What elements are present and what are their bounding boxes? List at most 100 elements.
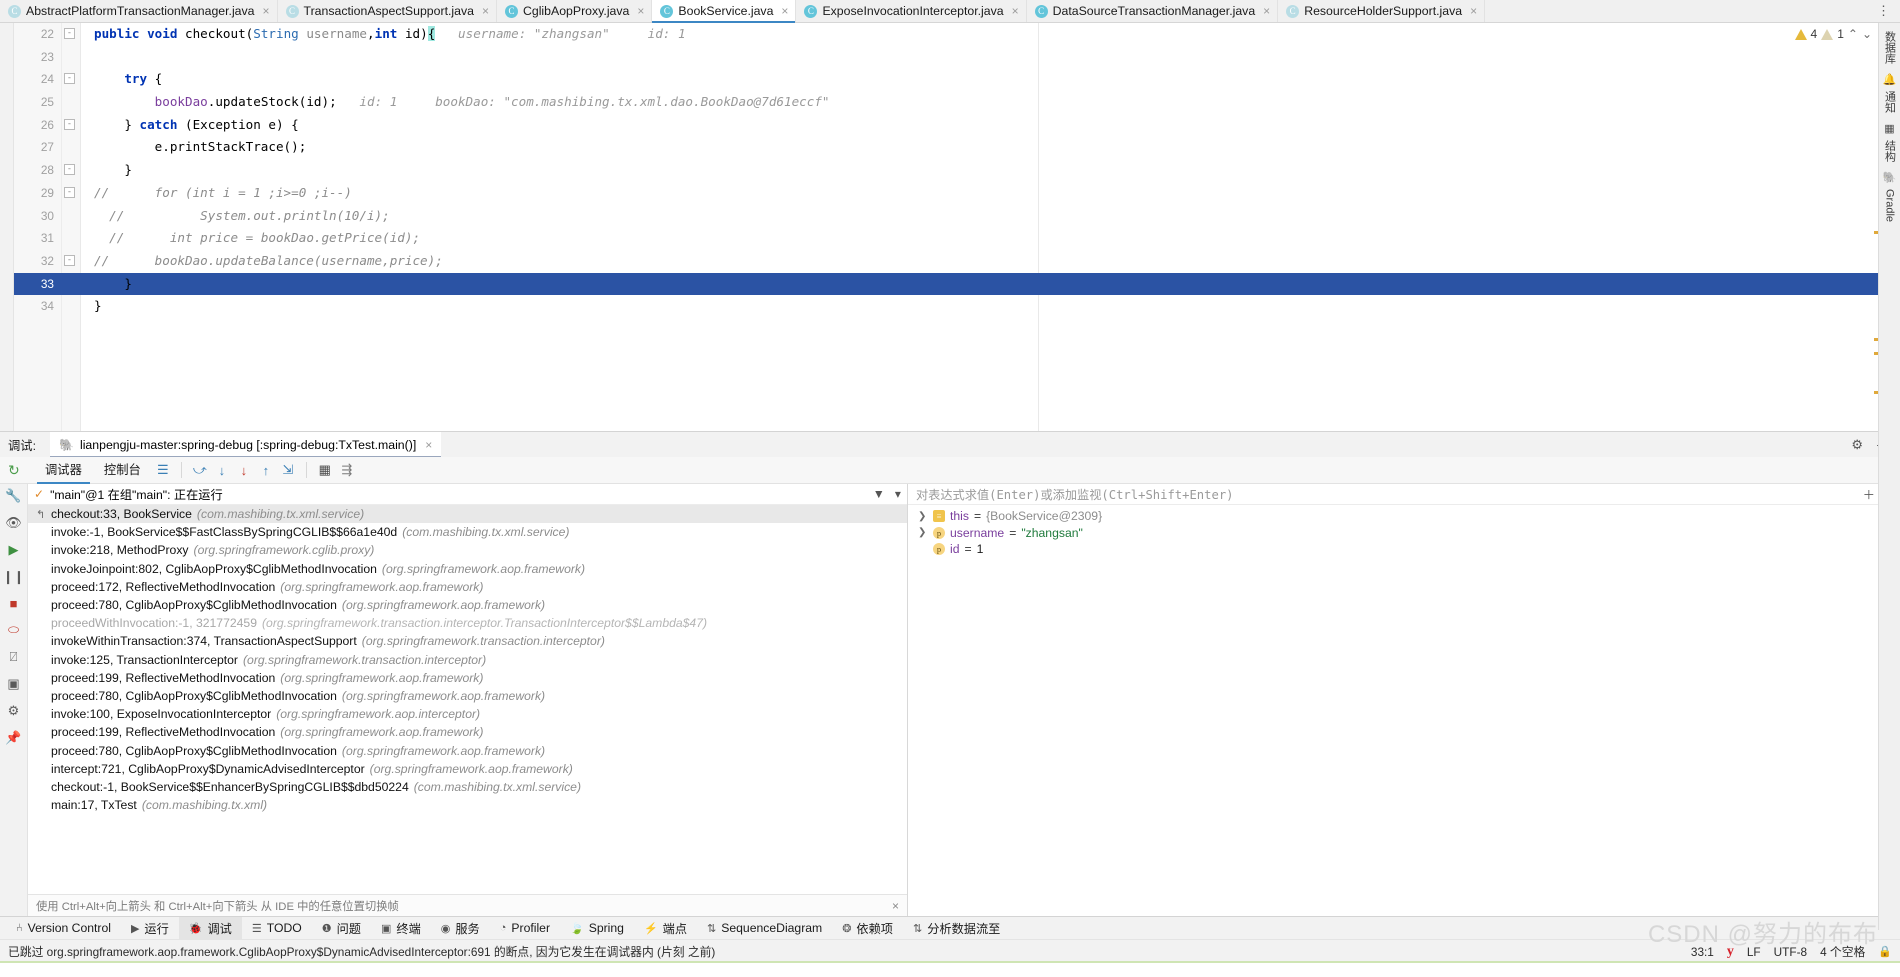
fold-toggle-icon[interactable]: - <box>64 254 75 266</box>
tool-window-button[interactable]: ▣ 终端 <box>371 917 431 940</box>
tool-strip-item-database[interactable]: 数据库 <box>1882 29 1898 66</box>
variables-tree[interactable]: ❯ ≡ this = {BookService@2309} ❯ p username = … <box>908 505 1900 558</box>
close-icon[interactable]: × <box>482 5 489 17</box>
chevron-right-icon[interactable]: ❯ <box>918 511 928 522</box>
code-line[interactable]: 34} <box>14 295 1900 318</box>
chevron-down-icon[interactable]: ▾ <box>895 487 901 501</box>
tool-window-button[interactable]: ☰ TODO <box>242 917 312 940</box>
gear-icon[interactable]: ⚙ <box>1851 437 1863 453</box>
stack-frame-row[interactable]: invoke:218, MethodProxy (org.springframew… <box>28 541 907 559</box>
file-encoding[interactable]: UTF-8 <box>1774 945 1807 959</box>
fold-toggle-icon[interactable]: - <box>64 186 75 198</box>
code-line[interactable]: 24- try { <box>14 68 1900 91</box>
tool-window-button[interactable]: ▶ 运行 <box>121 917 179 940</box>
stack-frame-row[interactable]: proceed:780, CglibAopProxy$CglibMethodIn… <box>28 596 907 614</box>
tool-window-button[interactable]: ⇅ SequenceDiagram <box>697 917 832 940</box>
camera-icon[interactable]: ▣ <box>7 676 19 692</box>
tool-window-button[interactable]: 🐞 调试 <box>178 916 242 940</box>
filter-icon[interactable]: ▼ <box>873 487 885 501</box>
variable-row[interactable]: ❯ p username = "zhangsan" <box>908 525 1900 542</box>
code-line[interactable]: 23 <box>14 46 1900 69</box>
tool-window-button[interactable]: ❶ 问题 <box>312 917 371 940</box>
add-watch-icon[interactable]: ＋ <box>1863 485 1875 503</box>
stack-frame-row[interactable]: proceed:172, ReflectiveMethodInvocation (… <box>28 578 907 596</box>
code-line[interactable]: 28- } <box>14 159 1900 182</box>
run-to-cursor-icon[interactable]: ⇲ <box>277 462 299 478</box>
tool-window-button[interactable]: ⇅ 分析数据流至 <box>903 917 1010 940</box>
stop-icon[interactable]: ■ <box>10 596 18 611</box>
mute-icon[interactable]: ⇶ <box>336 462 358 478</box>
stack-frame-row[interactable]: ↰ checkout:33, BookService (com.mashibing.… <box>28 505 907 524</box>
line-separator[interactable]: LF <box>1747 945 1761 959</box>
close-icon[interactable]: × <box>1470 5 1477 17</box>
tool-window-button[interactable]: ❂ 依赖项 <box>832 917 903 940</box>
code-line[interactable]: 26- } catch (Exception e) { <box>14 114 1900 137</box>
tool-window-button[interactable]: ◔ Profiler <box>490 917 560 940</box>
lock-icon[interactable]: 🔒 <box>1878 945 1892 958</box>
close-icon[interactable]: × <box>892 899 899 913</box>
tab-debugger[interactable]: 调试器 <box>34 457 93 484</box>
stack-frame-list[interactable]: ↰ checkout:33, BookService (com.mashibing.… <box>28 505 907 894</box>
editor-tab[interactable]: C ExposeInvocationInterceptor.java × <box>796 0 1027 22</box>
code-line[interactable]: 33 } <box>14 272 1900 296</box>
eye-icon[interactable]: 👁 <box>5 515 22 531</box>
step-out-icon[interactable]: ↑ <box>255 463 277 478</box>
stack-frame-row[interactable]: proceed:780, CglibAopProxy$CglibMethodIn… <box>28 687 907 705</box>
stack-frame-row[interactable]: main:17, TxTest (com.mashibing.tx.xml) <box>28 796 907 814</box>
editor-tab[interactable]: C AbstractPlatformTransactionManager.java… <box>0 0 278 22</box>
code-line[interactable]: 22- public void checkout(String username,… <box>14 23 1900 46</box>
stack-frame-row[interactable]: checkout:-1, BookService$$EnhancerBySpri… <box>28 778 907 796</box>
close-icon[interactable]: × <box>425 439 432 451</box>
breakpoints-icon[interactable]: ⍁ <box>10 649 18 665</box>
more-options-icon[interactable]: ⋮ <box>1877 3 1891 19</box>
fold-toggle-icon[interactable]: - <box>64 118 75 130</box>
tool-strip-item-gradle[interactable]: Gradle <box>1884 187 1896 224</box>
code-line[interactable]: 32- // bookDao.updateBalance(username,pri… <box>14 250 1900 273</box>
stack-frame-row[interactable]: proceedWithInvocation:-1, 321772459 (org.… <box>28 614 907 632</box>
tool-strip-item-notifications[interactable]: 通知 <box>1882 89 1898 115</box>
stack-frame-row[interactable]: proceed:780, CglibAopProxy$CglibMethodIn… <box>28 741 907 759</box>
elephant-icon[interactable]: 🐘 <box>1883 171 1897 184</box>
variable-row[interactable]: ❯pid = 1 <box>908 541 1900 558</box>
code-editor[interactable]: 22- public void checkout(String username,… <box>14 23 1900 431</box>
tab-console[interactable]: 控制台 <box>93 457 152 484</box>
code-line[interactable]: 30 // System.out.println(10/i); <box>14 205 1900 228</box>
rerun-icon[interactable]: ↻ <box>8 462 20 479</box>
tool-window-button[interactable]: ⚡ 端点 <box>634 917 697 940</box>
stack-frame-row[interactable]: proceed:199, ReflectiveMethodInvocation (… <box>28 723 907 741</box>
fold-toggle-icon[interactable]: - <box>64 28 75 39</box>
close-icon[interactable]: × <box>637 5 644 17</box>
code-line[interactable]: 31 // int price = bookDao.getPrice(id); <box>14 227 1900 250</box>
code-line[interactable]: 25 bookDao.updateStock(id); id: 1 bookDa… <box>14 91 1900 114</box>
close-icon[interactable]: × <box>1012 5 1019 17</box>
variable-row[interactable]: ❯ ≡ this = {BookService@2309} <box>908 508 1900 525</box>
tool-window-button[interactable]: 🍃 Spring <box>560 917 634 940</box>
stack-frame-row[interactable]: invokeWithinTransaction:374, Transaction… <box>28 632 907 650</box>
chevron-right-icon[interactable]: ❯ <box>918 527 928 538</box>
pause-icon[interactable]: ❙❙ <box>3 569 25 585</box>
resume-icon[interactable]: ▶ <box>9 542 19 558</box>
prev-problem-icon[interactable]: ⌃ <box>1848 27 1858 41</box>
step-over-icon[interactable]: ⤻ <box>189 462 211 478</box>
structure-icon[interactable]: ▦ <box>1884 122 1894 135</box>
close-icon[interactable]: × <box>1263 5 1270 17</box>
fold-toggle-icon[interactable]: - <box>64 73 75 85</box>
inspection-widget[interactable]: 4 1 ⌃ ⌄ <box>1794 27 1872 41</box>
indent-setting[interactable]: 4 个空格 <box>1820 943 1865 960</box>
code-line[interactable]: 27 e.printStackTrace(); <box>14 136 1900 159</box>
editor-tab[interactable]: C DataSourceTransactionManager.java × <box>1027 0 1279 22</box>
editor-tab[interactable]: C TransactionAspectSupport.java × <box>278 0 497 22</box>
editor-tab[interactable]: C CglibAopProxy.java × <box>497 0 653 22</box>
editor-tab[interactable]: C ResourceHolderSupport.java × <box>1278 0 1486 22</box>
close-icon[interactable]: × <box>781 5 788 17</box>
tool-window-button[interactable]: ⑃ Version Control <box>6 917 121 940</box>
next-problem-icon[interactable]: ⌄ <box>1862 27 1872 41</box>
editor-tab[interactable]: C BookService.java × <box>652 0 797 23</box>
stack-frame-row[interactable]: proceed:199, ReflectiveMethodInvocation (… <box>28 669 907 687</box>
force-step-into-icon[interactable]: ↓ <box>233 463 255 478</box>
tool-strip-item-structure[interactable]: 结构 <box>1882 138 1898 164</box>
step-into-icon[interactable]: ↓ <box>211 463 233 478</box>
close-icon[interactable]: × <box>263 5 270 17</box>
stack-frame-row[interactable]: invoke:-1, BookService$$FastClassBySprin… <box>28 523 907 541</box>
evaluate-icon[interactable]: ▦ <box>314 462 336 478</box>
